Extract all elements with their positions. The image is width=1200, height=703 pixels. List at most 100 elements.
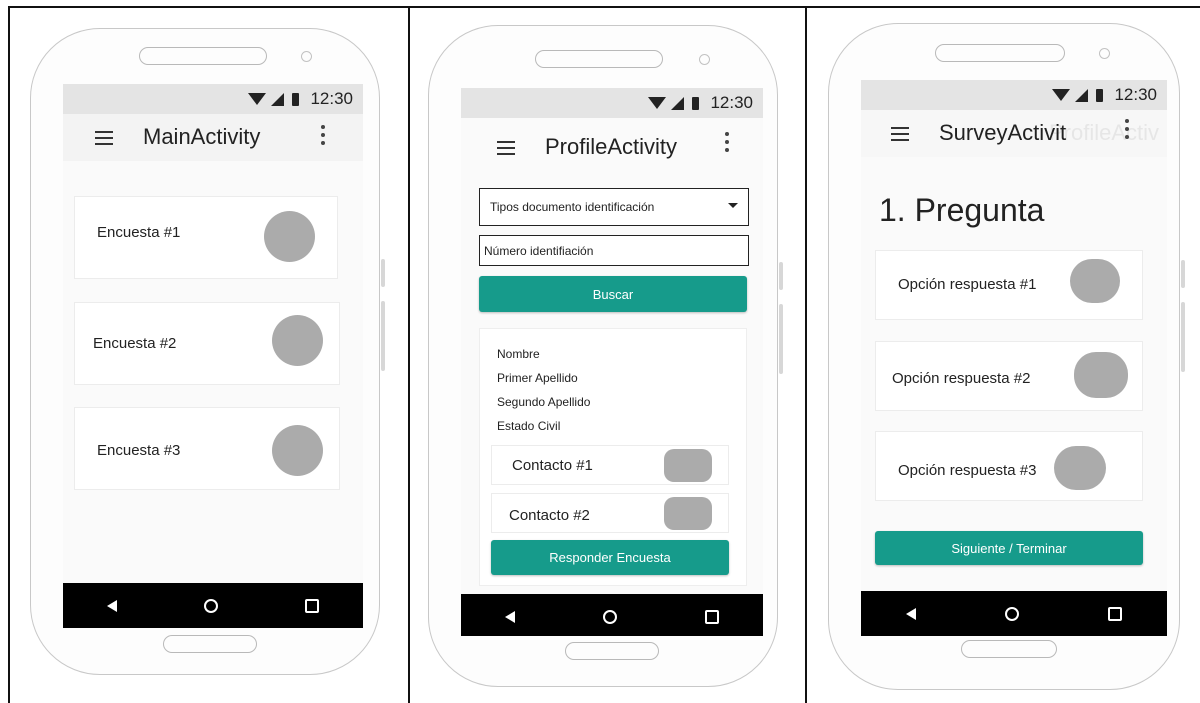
app-bar: MainActivity [63, 114, 363, 161]
app-title: MainActivity [143, 124, 261, 149]
phone-profile: 12:30 ProfileActivity Tipos documento id… [428, 25, 783, 687]
answer-option-label: Opción respuesta #3 [898, 462, 1037, 479]
camera [1099, 48, 1110, 59]
recents-icon[interactable] [705, 609, 719, 624]
signal-icon [671, 96, 685, 110]
contact-label: Contacto #1 [512, 457, 593, 474]
profile-card: Nombre Primer Apellido Segundo Apellido … [479, 328, 747, 586]
panel-divider [408, 6, 410, 703]
contact-thumbnail [664, 497, 712, 530]
list-item-label: Encuesta #1 [97, 224, 181, 241]
earpiece [535, 50, 663, 68]
back-icon[interactable] [505, 610, 515, 623]
phone-main: 12:30 MainActivity Encuesta #1 Encuesta … [30, 28, 385, 675]
menu-icon[interactable] [95, 131, 113, 145]
list-item-label: Encuesta #2 [93, 335, 177, 352]
answer-option[interactable]: Opción respuesta #3 [875, 431, 1143, 501]
home-hardware-button [565, 642, 659, 660]
recents-icon[interactable] [1108, 606, 1123, 621]
home-hardware-button [961, 640, 1057, 658]
answer-option[interactable]: Opción respuesta #1 [875, 250, 1143, 320]
screen-main: 12:30 MainActivity Encuesta #1 Encuesta … [63, 84, 363, 628]
answer-option-thumbnail [1074, 352, 1128, 398]
contact-item[interactable]: Contacto #1 [491, 445, 729, 485]
volume-button [1181, 260, 1185, 288]
volume-button [381, 259, 385, 287]
back-icon[interactable] [106, 599, 117, 612]
phone-survey: 12:30 ProfileActiv SurveyActivit 1. Preg… [828, 23, 1185, 690]
answer-option[interactable]: Opción respuesta #2 [875, 341, 1143, 411]
field-estado-civil: Estado Civil [497, 419, 561, 433]
app-bar: ProfileActivity [461, 118, 763, 165]
home-icon[interactable] [1004, 606, 1019, 621]
menu-icon[interactable] [891, 127, 909, 141]
power-button [381, 301, 385, 371]
status-time: 12:30 [310, 89, 353, 108]
home-hardware-button [163, 635, 257, 653]
app-bar: ProfileActiv SurveyActivit [861, 110, 1167, 157]
earpiece [935, 44, 1065, 62]
thumbnail [272, 425, 323, 476]
answer-option-label: Opción respuesta #1 [898, 276, 1037, 293]
status-bar: 12:30 [861, 80, 1167, 110]
chevron-down-icon [728, 203, 738, 208]
search-button[interactable]: Buscar [479, 276, 747, 312]
signal-icon [1075, 88, 1089, 102]
power-button [779, 304, 783, 374]
wifi-icon [248, 93, 267, 105]
more-vert-icon[interactable] [1125, 119, 1129, 143]
more-vert-icon[interactable] [321, 125, 325, 149]
thumbnail [264, 211, 315, 262]
thumbnail [272, 315, 323, 366]
menu-icon[interactable] [497, 141, 515, 155]
list-item-label: Encuesta #3 [97, 442, 181, 459]
next-finish-button[interactable]: Siguiente / Terminar [875, 531, 1143, 565]
home-icon[interactable] [203, 598, 218, 613]
screen-profile: 12:30 ProfileActivity Tipos documento id… [461, 88, 763, 636]
power-button [1181, 302, 1185, 372]
list-item[interactable]: Encuesta #2 [74, 302, 340, 385]
id-number-placeholder: Número identifiación [484, 243, 594, 258]
battery-icon [692, 96, 700, 110]
nav-bar [861, 591, 1167, 636]
battery-icon [292, 92, 300, 106]
field-nombre: Nombre [497, 347, 540, 361]
contact-item[interactable]: Contacto #2 [491, 493, 729, 533]
field-segundo-apellido: Segundo Apellido [497, 395, 591, 409]
app-title: ProfileActivity [545, 134, 678, 159]
document-type-value: Tipos documento identificación [490, 200, 655, 214]
field-primer-apellido: Primer Apellido [497, 371, 578, 385]
answer-survey-button[interactable]: Responder Encuesta [491, 540, 729, 575]
document-type-select[interactable]: Tipos documento identificación [479, 188, 749, 226]
status-time: 12:30 [1114, 85, 1157, 104]
answer-option-thumbnail [1054, 446, 1106, 490]
camera [301, 51, 312, 62]
status-time: 12:30 [710, 93, 753, 112]
battery-icon [1096, 88, 1104, 102]
recents-icon[interactable] [305, 598, 320, 613]
app-title: SurveyActivit [939, 120, 1067, 145]
list-item[interactable]: Encuesta #3 [74, 407, 340, 490]
nav-bar [461, 594, 763, 636]
id-number-input[interactable]: Número identifiación [479, 235, 749, 266]
back-icon[interactable] [905, 607, 916, 620]
home-icon[interactable] [603, 609, 617, 624]
camera [699, 54, 710, 65]
status-bar: 12:30 [63, 84, 363, 114]
contact-thumbnail [664, 449, 712, 482]
contact-label: Contacto #2 [509, 507, 590, 524]
answer-option-thumbnail [1070, 259, 1120, 303]
answer-option-label: Opción respuesta #2 [892, 370, 1031, 387]
screen-survey: 12:30 ProfileActiv SurveyActivit 1. Preg… [861, 80, 1167, 636]
list-item[interactable]: Encuesta #1 [74, 196, 338, 279]
more-vert-icon[interactable] [725, 132, 729, 156]
earpiece [139, 47, 267, 65]
wifi-icon [648, 97, 667, 109]
panel-divider [805, 6, 807, 703]
question-title: 1. Pregunta [879, 192, 1045, 228]
signal-icon [271, 92, 285, 106]
status-bar: 12:30 [461, 88, 763, 118]
wifi-icon [1052, 89, 1071, 101]
volume-button [779, 262, 783, 290]
nav-bar [63, 583, 363, 628]
